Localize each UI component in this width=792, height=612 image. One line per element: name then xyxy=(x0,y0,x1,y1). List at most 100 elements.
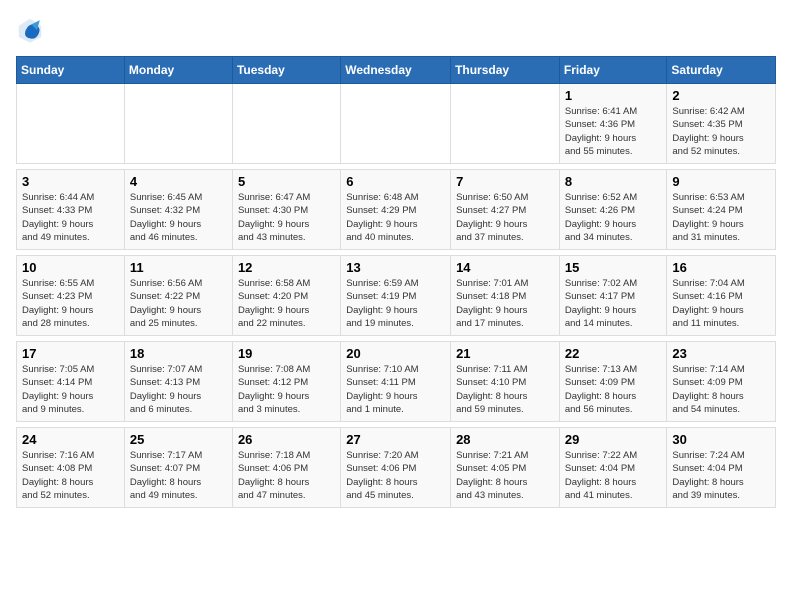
day-info: Sunrise: 7:07 AM Sunset: 4:13 PM Dayligh… xyxy=(130,363,227,416)
day-number: 29 xyxy=(565,432,662,447)
calendar-cell: 14Sunrise: 7:01 AM Sunset: 4:18 PM Dayli… xyxy=(451,256,560,336)
calendar-cell: 29 Sunrise: 7:22 AM Sunset: 4:04 PM Dayli… xyxy=(559,428,667,508)
calendar-cell: 23 Sunrise: 7:14 AM Sunset: 4:09 PM Dayli… xyxy=(667,342,776,422)
day-number: 13 xyxy=(346,260,445,275)
weekday-header: Saturday xyxy=(667,57,776,84)
day-info: Sunrise: 6:59 AM Sunset: 4:19 PM Dayligh… xyxy=(346,277,445,330)
day-number: 14 xyxy=(456,260,554,275)
calendar-cell: 8Sunrise: 6:52 AM Sunset: 4:26 PM Daylig… xyxy=(559,170,667,250)
day-number: 8 xyxy=(565,174,662,189)
day-info: Sunrise: 6:55 AM Sunset: 4:23 PM Dayligh… xyxy=(22,277,119,330)
weekday-header: Wednesday xyxy=(341,57,451,84)
calendar-cell: 28Sunrise: 7:21 AM Sunset: 4:05 PM Dayli… xyxy=(451,428,560,508)
day-number: 21 xyxy=(456,346,554,361)
day-info: Sunrise: 6:47 AM Sunset: 4:30 PM Dayligh… xyxy=(238,191,335,244)
calendar-cell: 20Sunrise: 7:10 AM Sunset: 4:11 PM Dayli… xyxy=(341,342,451,422)
calendar-week-row: 17 Sunrise: 7:05 AM Sunset: 4:14 PM Dayli… xyxy=(17,342,776,422)
day-info: Sunrise: 6:48 AM Sunset: 4:29 PM Dayligh… xyxy=(346,191,445,244)
day-info: Sunrise: 6:44 AM Sunset: 4:33 PM Dayligh… xyxy=(22,191,119,244)
day-info: Sunrise: 7:05 AM Sunset: 4:14 PM Dayligh… xyxy=(22,363,119,416)
weekday-header: Thursday xyxy=(451,57,560,84)
calendar-cell: 21 Sunrise: 7:11 AM Sunset: 4:10 PM Dayli… xyxy=(451,342,560,422)
calendar-cell: 24 Sunrise: 7:16 AM Sunset: 4:08 PM Dayli… xyxy=(17,428,125,508)
day-info: Sunrise: 6:53 AM Sunset: 4:24 PM Dayligh… xyxy=(672,191,770,244)
calendar-cell: 7 Sunrise: 6:50 AM Sunset: 4:27 PM Daylig… xyxy=(451,170,560,250)
day-number: 25 xyxy=(130,432,227,447)
day-info: Sunrise: 7:04 AM Sunset: 4:16 PM Dayligh… xyxy=(672,277,770,330)
calendar-cell: 4 Sunrise: 6:45 AM Sunset: 4:32 PM Daylig… xyxy=(124,170,232,250)
calendar-cell: 13 Sunrise: 6:59 AM Sunset: 4:19 PM Dayli… xyxy=(341,256,451,336)
calendar-cell: 25 Sunrise: 7:17 AM Sunset: 4:07 PM Dayli… xyxy=(124,428,232,508)
calendar-cell: 3 Sunrise: 6:44 AM Sunset: 4:33 PM Daylig… xyxy=(17,170,125,250)
calendar-week-row: 1Sunrise: 6:41 AM Sunset: 4:36 PM Daylig… xyxy=(17,84,776,164)
day-info: Sunrise: 6:56 AM Sunset: 4:22 PM Dayligh… xyxy=(130,277,227,330)
day-info: Sunrise: 7:13 AM Sunset: 4:09 PM Dayligh… xyxy=(565,363,662,416)
calendar-cell: 9 Sunrise: 6:53 AM Sunset: 4:24 PM Daylig… xyxy=(667,170,776,250)
day-info: Sunrise: 7:20 AM Sunset: 4:06 PM Dayligh… xyxy=(346,449,445,502)
calendar-cell xyxy=(17,84,125,164)
day-info: Sunrise: 7:24 AM Sunset: 4:04 PM Dayligh… xyxy=(672,449,770,502)
day-number: 5 xyxy=(238,174,335,189)
calendar-cell: 27Sunrise: 7:20 AM Sunset: 4:06 PM Dayli… xyxy=(341,428,451,508)
day-number: 2 xyxy=(672,88,770,103)
day-info: Sunrise: 6:58 AM Sunset: 4:20 PM Dayligh… xyxy=(238,277,335,330)
day-info: Sunrise: 7:14 AM Sunset: 4:09 PM Dayligh… xyxy=(672,363,770,416)
calendar-cell: 17 Sunrise: 7:05 AM Sunset: 4:14 PM Dayli… xyxy=(17,342,125,422)
page-header xyxy=(16,16,776,44)
day-info: Sunrise: 7:08 AM Sunset: 4:12 PM Dayligh… xyxy=(238,363,335,416)
day-info: Sunrise: 6:41 AM Sunset: 4:36 PM Dayligh… xyxy=(565,105,662,158)
calendar-cell xyxy=(124,84,232,164)
calendar-cell: 12 Sunrise: 6:58 AM Sunset: 4:20 PM Dayli… xyxy=(232,256,340,336)
calendar-cell: 26Sunrise: 7:18 AM Sunset: 4:06 PM Dayli… xyxy=(232,428,340,508)
day-number: 22 xyxy=(565,346,662,361)
day-number: 6 xyxy=(346,174,445,189)
day-info: Sunrise: 6:50 AM Sunset: 4:27 PM Dayligh… xyxy=(456,191,554,244)
weekday-header: Friday xyxy=(559,57,667,84)
weekday-header: Sunday xyxy=(17,57,125,84)
day-info: Sunrise: 7:10 AM Sunset: 4:11 PM Dayligh… xyxy=(346,363,445,416)
weekday-header: Tuesday xyxy=(232,57,340,84)
calendar-cell: 30 Sunrise: 7:24 AM Sunset: 4:04 PM Dayli… xyxy=(667,428,776,508)
day-number: 26 xyxy=(238,432,335,447)
day-info: Sunrise: 7:02 AM Sunset: 4:17 PM Dayligh… xyxy=(565,277,662,330)
day-number: 30 xyxy=(672,432,770,447)
calendar-cell: 10 Sunrise: 6:55 AM Sunset: 4:23 PM Dayli… xyxy=(17,256,125,336)
day-number: 24 xyxy=(22,432,119,447)
calendar-cell xyxy=(341,84,451,164)
calendar-cell: 16 Sunrise: 7:04 AM Sunset: 4:16 PM Dayli… xyxy=(667,256,776,336)
day-number: 16 xyxy=(672,260,770,275)
calendar-cell: 5 Sunrise: 6:47 AM Sunset: 4:30 PM Daylig… xyxy=(232,170,340,250)
calendar-table: SundayMondayTuesdayWednesdayThursdayFrid… xyxy=(16,56,776,508)
logo xyxy=(16,16,48,44)
day-number: 19 xyxy=(238,346,335,361)
calendar-cell: 22 Sunrise: 7:13 AM Sunset: 4:09 PM Dayli… xyxy=(559,342,667,422)
calendar-cell: 19 Sunrise: 7:08 AM Sunset: 4:12 PM Dayli… xyxy=(232,342,340,422)
day-number: 11 xyxy=(130,260,227,275)
day-number: 12 xyxy=(238,260,335,275)
day-info: Sunrise: 7:16 AM Sunset: 4:08 PM Dayligh… xyxy=(22,449,119,502)
weekday-header: Monday xyxy=(124,57,232,84)
calendar-cell: 1Sunrise: 6:41 AM Sunset: 4:36 PM Daylig… xyxy=(559,84,667,164)
day-number: 10 xyxy=(22,260,119,275)
day-number: 3 xyxy=(22,174,119,189)
day-number: 9 xyxy=(672,174,770,189)
day-number: 7 xyxy=(456,174,554,189)
day-info: Sunrise: 6:42 AM Sunset: 4:35 PM Dayligh… xyxy=(672,105,770,158)
day-number: 17 xyxy=(22,346,119,361)
logo-icon xyxy=(16,16,44,44)
calendar-week-row: 24 Sunrise: 7:16 AM Sunset: 4:08 PM Dayli… xyxy=(17,428,776,508)
weekday-header-row: SundayMondayTuesdayWednesdayThursdayFrid… xyxy=(17,57,776,84)
day-info: Sunrise: 6:45 AM Sunset: 4:32 PM Dayligh… xyxy=(130,191,227,244)
calendar-cell: 11 Sunrise: 6:56 AM Sunset: 4:22 PM Dayli… xyxy=(124,256,232,336)
day-info: Sunrise: 7:17 AM Sunset: 4:07 PM Dayligh… xyxy=(130,449,227,502)
day-number: 18 xyxy=(130,346,227,361)
calendar-cell: 18 Sunrise: 7:07 AM Sunset: 4:13 PM Dayli… xyxy=(124,342,232,422)
day-number: 23 xyxy=(672,346,770,361)
day-number: 4 xyxy=(130,174,227,189)
calendar-cell: 15Sunrise: 7:02 AM Sunset: 4:17 PM Dayli… xyxy=(559,256,667,336)
calendar-cell: 6 Sunrise: 6:48 AM Sunset: 4:29 PM Daylig… xyxy=(341,170,451,250)
day-info: Sunrise: 7:22 AM Sunset: 4:04 PM Dayligh… xyxy=(565,449,662,502)
calendar-week-row: 3 Sunrise: 6:44 AM Sunset: 4:33 PM Daylig… xyxy=(17,170,776,250)
calendar-cell xyxy=(451,84,560,164)
day-info: Sunrise: 7:11 AM Sunset: 4:10 PM Dayligh… xyxy=(456,363,554,416)
